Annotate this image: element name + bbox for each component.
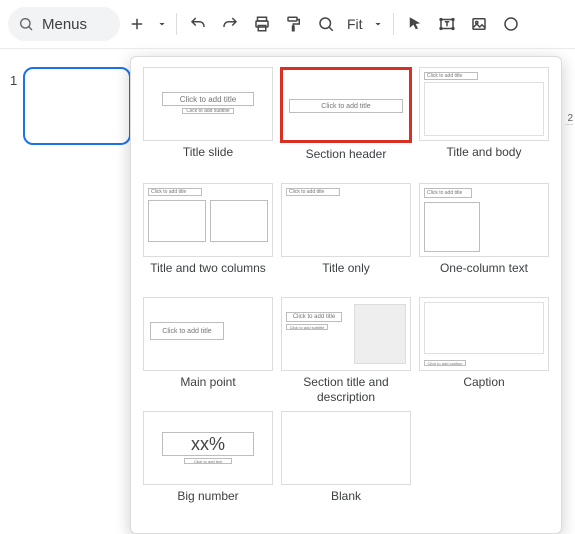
placeholder-subtitle: Click to add text xyxy=(184,458,232,464)
paint-roller-icon xyxy=(285,15,303,33)
image-icon xyxy=(470,15,488,33)
layout-one-column-text[interactable]: Click to add title xyxy=(419,183,549,257)
placeholder-title: Click to add title xyxy=(148,188,202,196)
cursor-icon xyxy=(406,15,424,33)
placeholder-bignumber: xx% xyxy=(162,432,254,456)
menu-search-text: Menus xyxy=(42,16,87,33)
placeholder-title: Click to add title xyxy=(424,188,472,198)
placeholder-subtitle: Click to add subtitle xyxy=(182,108,234,114)
menu-search[interactable]: Menus xyxy=(8,7,120,41)
layout-label: Main point xyxy=(180,375,235,405)
placeholder-title: Click to add title xyxy=(286,188,340,196)
placeholder-title: Click to add title xyxy=(424,72,478,80)
slide-number: 1 xyxy=(10,67,17,88)
placeholder-title: Click to add title xyxy=(162,92,254,106)
textbox-icon xyxy=(438,15,456,33)
layout-label: Title and body xyxy=(447,145,522,175)
separator xyxy=(393,13,394,35)
zoom-dropdown[interactable] xyxy=(369,9,387,39)
image-tool[interactable] xyxy=(464,9,494,39)
layout-label: Section header xyxy=(306,147,387,177)
placeholder-title: Click to add title xyxy=(150,322,224,340)
new-slide-button[interactable] xyxy=(122,9,152,39)
layout-label: Title and two columns xyxy=(150,261,266,291)
placeholder-image xyxy=(424,302,544,354)
layout-label: Title only xyxy=(322,261,370,291)
search-icon xyxy=(18,16,34,32)
select-tool[interactable] xyxy=(400,9,430,39)
slide-thumbnail[interactable] xyxy=(23,67,131,145)
layout-label: Title slide xyxy=(183,145,233,175)
new-slide-dropdown[interactable] xyxy=(154,9,170,39)
layout-big-number[interactable]: xx% Click to add text xyxy=(143,411,273,485)
layout-title-slide[interactable]: Click to add title Click to add subtitle xyxy=(143,67,273,141)
caret-down-icon xyxy=(156,18,168,30)
placeholder-title: Click to add title xyxy=(286,312,342,322)
undo-button[interactable] xyxy=(183,9,213,39)
layout-blank[interactable] xyxy=(281,411,411,485)
layout-label: Caption xyxy=(463,375,504,405)
layout-label: Blank xyxy=(331,489,361,519)
layout-title-and-two-columns[interactable]: Click to add title xyxy=(143,183,273,257)
shape-icon xyxy=(502,15,520,33)
caret-down-icon xyxy=(372,18,384,30)
layout-title-only[interactable]: Click to add title xyxy=(281,183,411,257)
layout-caption[interactable]: Click to add caption xyxy=(419,297,549,371)
zoom-button[interactable] xyxy=(311,9,341,39)
ruler-tick: 2 xyxy=(565,113,573,125)
layout-title-and-body[interactable]: Click to add title xyxy=(419,67,549,141)
placeholder-caption: Click to add caption xyxy=(424,360,466,366)
layout-label: Section title and description xyxy=(281,375,411,405)
print-icon xyxy=(253,15,271,33)
toolbar: Menus Fit xyxy=(0,0,575,48)
filmstrip: 1 xyxy=(0,67,148,145)
shape-tool[interactable] xyxy=(496,9,526,39)
placeholder-right-col xyxy=(210,200,268,242)
textbox-tool[interactable] xyxy=(432,9,462,39)
zoom-value: Fit xyxy=(343,16,367,32)
zoom-icon xyxy=(317,15,335,33)
placeholder-left-col xyxy=(148,200,206,242)
plus-icon xyxy=(128,15,146,33)
layout-section-title-and-description[interactable]: Click to add title Click to add subtitle xyxy=(281,297,411,371)
layout-picker: Click to add title Click to add subtitle… xyxy=(130,56,562,534)
layout-main-point[interactable]: Click to add title xyxy=(143,297,273,371)
separator xyxy=(176,13,177,35)
zoom-control[interactable]: Fit xyxy=(311,9,387,39)
placeholder-title: Click to add title xyxy=(289,99,403,113)
paint-format-button[interactable] xyxy=(279,9,309,39)
redo-button[interactable] xyxy=(215,9,245,39)
placeholder-image xyxy=(354,304,406,364)
print-button[interactable] xyxy=(247,9,277,39)
layout-label: Big number xyxy=(177,489,238,519)
redo-icon xyxy=(221,15,239,33)
placeholder-body xyxy=(424,202,480,252)
layout-section-header[interactable]: Click to add title xyxy=(280,67,412,143)
layout-label: One-column text xyxy=(440,261,528,291)
undo-icon xyxy=(189,15,207,33)
ruler: 2 xyxy=(565,113,575,516)
placeholder-body xyxy=(424,82,544,136)
placeholder-subtitle: Click to add subtitle xyxy=(286,324,328,330)
